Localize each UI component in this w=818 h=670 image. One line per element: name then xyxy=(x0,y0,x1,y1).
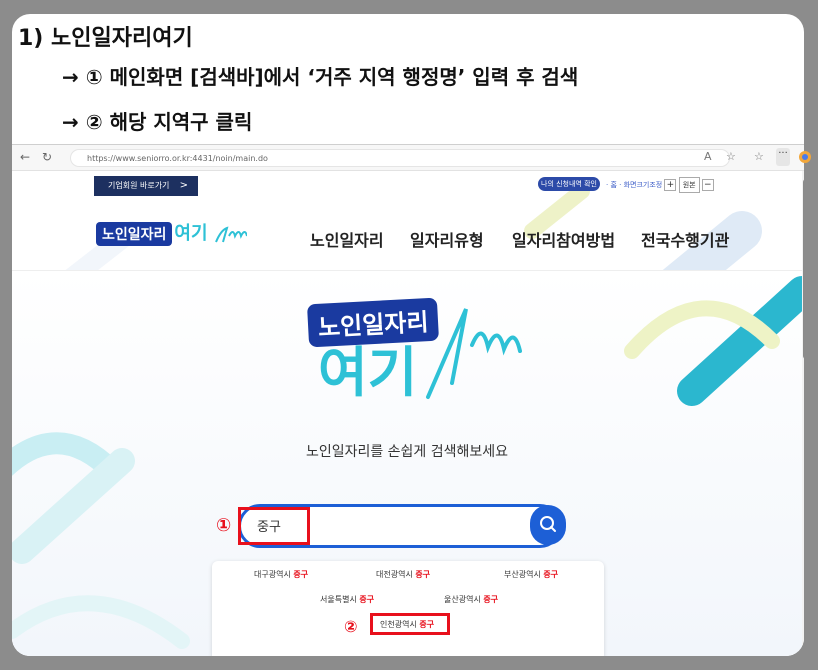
zoom-out-button[interactable]: − xyxy=(701,179,714,191)
instruction-step-1: → ① 메인화면 [검색바]에서 ‘거주 지역 행정명’ 입력 후 검색 xyxy=(62,65,579,89)
search-suggestions: 대구광역시 중구 대전광역시 중구 부산광역시 중구 서울특별시 중구 울산광역… xyxy=(212,561,604,656)
utility-bar: 기업회원 바로가기 > 나의 신청내역 확인 · 홈 · 화면크기조정 + 원본… xyxy=(12,171,802,197)
search-button[interactable] xyxy=(530,505,566,545)
site-header: 노인일자리 여기 노인일자리 일자리유형 일자리참여방법 전국수행기관 xyxy=(12,205,802,271)
nav-how-to-join[interactable]: 일자리참여방법 xyxy=(512,227,615,251)
nav-job-types[interactable]: 일자리유형 xyxy=(410,227,484,251)
instruction-slide: 1) 노인일자리여기 → ① 메인화면 [검색바]에서 ‘거주 지역 행정명’ … xyxy=(12,14,804,656)
hero-logo: 노인일자리 여기 xyxy=(306,297,528,421)
hero-section: 노인일자리 여기 노인일자리를 손쉽게 검색해보세요 중구 ① 대구광역시 중구… xyxy=(12,271,802,656)
suggestion-item[interactable]: 서울특별시 중구 xyxy=(320,594,374,605)
suggestion-item[interactable]: 부산광역시 중구 xyxy=(504,569,558,580)
chevron-right-icon: > xyxy=(179,180,188,191)
my-application-button[interactable]: 나의 신청내역 확인 xyxy=(538,177,600,191)
highlight-box-search xyxy=(238,507,310,545)
copilot-icon[interactable] xyxy=(798,150,812,164)
utility-links: · 홈 · 화면크기조정 + 원본 − xyxy=(606,177,714,193)
read-aloud-icon[interactable]: A xyxy=(704,150,712,163)
favorite-icon[interactable]: ☆ xyxy=(726,150,736,163)
section-heading: 1) 노인일자리여기 xyxy=(18,26,193,51)
suggestion-item[interactable]: 울산광역시 중구 xyxy=(444,594,498,605)
site-logo[interactable]: 노인일자리 여기 xyxy=(96,219,248,246)
step-marker-2: ② xyxy=(344,617,358,636)
website-content: 기업회원 바로가기 > 나의 신청내역 확인 · 홈 · 화면크기조정 + 원본… xyxy=(12,171,802,656)
address-bar: ← ↻ ⓘ https://www.seniorro.or.kr:4431/no… xyxy=(12,145,804,171)
nav-agencies[interactable]: 전국수행기관 xyxy=(641,227,729,251)
url-field[interactable]: https://www.seniorro.or.kr:4431/noin/mai… xyxy=(70,149,730,167)
step-marker-1: ① xyxy=(216,515,232,536)
highlight-box-suggestion xyxy=(370,613,450,635)
search-icon xyxy=(540,516,556,532)
org-member-button[interactable]: 기업회원 바로가기 > xyxy=(94,176,198,196)
back-icon[interactable]: ← xyxy=(20,150,30,164)
home-and-zoom-links[interactable]: · 홈 · 화면크기조정 xyxy=(606,181,662,189)
instruction-step-2: → ② 해당 지역구 클릭 xyxy=(62,110,253,134)
suggestion-item[interactable]: 대구광역시 중구 xyxy=(254,569,308,580)
scrollbar[interactable] xyxy=(802,171,804,656)
zoom-reset-button[interactable]: 원본 xyxy=(678,177,700,193)
hero-tagline: 노인일자리를 손쉽게 검색해보세요 xyxy=(305,444,509,460)
hero-logo-accent: 여기 xyxy=(318,341,418,404)
zoom-in-button[interactable]: + xyxy=(664,179,677,191)
refresh-icon[interactable]: ↻ xyxy=(42,150,52,164)
more-icon[interactable]: ··· xyxy=(776,148,790,166)
browser-window: ← ↻ ⓘ https://www.seniorro.or.kr:4431/no… xyxy=(12,144,804,656)
collections-icon[interactable]: ☆ xyxy=(754,150,764,163)
logo-handwriting-icon xyxy=(214,225,248,242)
scrollbar-thumb[interactable] xyxy=(803,179,804,359)
nav-senior-jobs[interactable]: 노인일자리 xyxy=(310,227,384,251)
hero-logo-brush-icon xyxy=(426,308,522,399)
suggestion-item[interactable]: 대전광역시 중구 xyxy=(376,569,430,580)
